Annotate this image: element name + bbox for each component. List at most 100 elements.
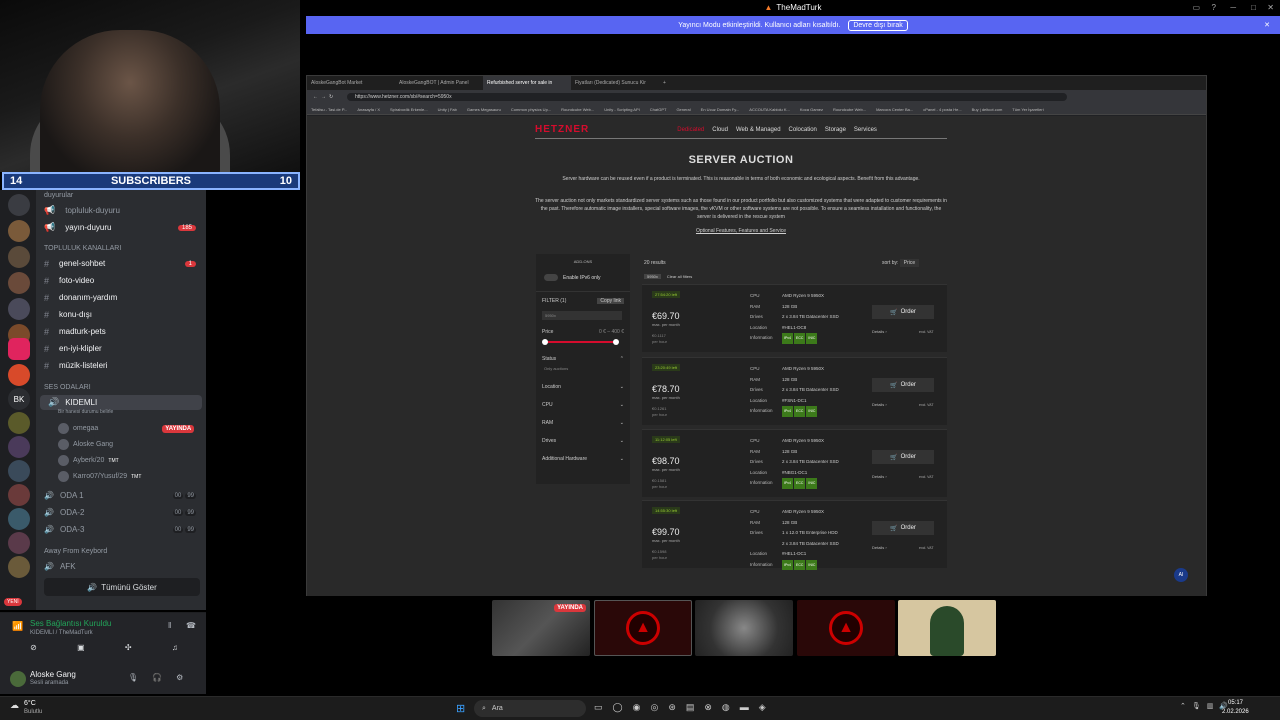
- participant-tile[interactable]: ▲: [797, 600, 895, 656]
- discord-icon[interactable]: ◉: [633, 702, 641, 713]
- nav-colocation[interactable]: Colocation: [789, 127, 817, 133]
- task-view-icon[interactable]: ▭: [594, 702, 603, 713]
- microphone-icon[interactable]: 🎙: [128, 673, 138, 682]
- bookmark[interactable]: Spiraboxlik Erkenle...: [390, 107, 428, 112]
- details-link[interactable]: Details ›: [872, 402, 887, 407]
- forward-icon[interactable]: →: [321, 94, 326, 100]
- server-icon-bk[interactable]: BK: [8, 388, 30, 410]
- server-offer-card[interactable]: 11:12:05 left €98.70 max. per month €0.1581…: [642, 429, 947, 497]
- epic-icon[interactable]: ▤: [686, 702, 695, 713]
- bookmark[interactable]: Unity | Fab: [438, 107, 457, 112]
- folder-icon[interactable]: ▬: [740, 702, 749, 713]
- voice-user[interactable]: Ayberk/20 TMT: [58, 455, 119, 466]
- stream-thumbnail[interactable]: YAYINDA: [492, 600, 590, 656]
- channel-donanim-yardim[interactable]: # donanım-yardım: [36, 290, 202, 305]
- browser-tab[interactable]: AloskeGangBot Market: [307, 80, 395, 86]
- sort-select[interactable]: Price: [899, 259, 920, 267]
- server-offer-card[interactable]: 14:55:30 left €99.70 max. per month €0.1598…: [642, 500, 947, 570]
- category-voice[interactable]: SES ODALARI: [44, 384, 91, 391]
- voice-connected-label[interactable]: Ses Bağlantısı Kuruldu: [30, 619, 111, 628]
- order-button[interactable]: 🛒 Order: [872, 521, 934, 535]
- order-button[interactable]: 🛒 Order: [872, 305, 934, 319]
- server-icon[interactable]: [8, 194, 30, 216]
- new-tab-icon[interactable]: +: [663, 80, 666, 86]
- browser-tab[interactable]: Fiyatları (Dedicated) Sunucu Kir: [571, 80, 659, 86]
- server-icon[interactable]: [8, 508, 30, 530]
- bookmark[interactable]: En Ucuz Domain Fy...: [701, 107, 740, 112]
- filter-cpu[interactable]: CPU: [542, 402, 553, 408]
- hetzner-logo[interactable]: HETZNER: [535, 124, 589, 135]
- order-button[interactable]: 🛒 Order: [872, 378, 934, 392]
- back-icon[interactable]: ←: [313, 94, 318, 100]
- bookmark[interactable]: ACCOUTA Kablolu K...: [749, 107, 790, 112]
- voice-channel-oda2[interactable]: 🔊 ODA-2 00 99: [36, 505, 202, 520]
- nav-web-managed[interactable]: Web & Managed: [736, 127, 781, 133]
- participant-tile[interactable]: [898, 600, 996, 656]
- show-all-button[interactable]: 🔊 Tümünü Göster: [44, 578, 200, 596]
- price-slider-handle[interactable]: [542, 339, 548, 345]
- server-offer-card[interactable]: 23:20:49 left €78.70 max. per month €0.1261…: [642, 357, 947, 425]
- server-icon[interactable]: [8, 460, 30, 482]
- category-announce[interactable]: duyurular: [44, 192, 73, 199]
- clear-filters-link[interactable]: Clear all filters: [667, 274, 692, 279]
- reload-icon[interactable]: ↻: [329, 94, 333, 100]
- close-icon[interactable]: ✕: [1267, 3, 1274, 12]
- price-slider-handle[interactable]: [613, 339, 619, 345]
- channel-en-iyi-klipler[interactable]: # en-iyi-klipler: [36, 341, 202, 356]
- maximize-icon[interactable]: □: [1251, 3, 1256, 12]
- channel-muzik-listeleri[interactable]: # müzik-listeleri: [36, 358, 202, 373]
- filter-ram[interactable]: RAM: [542, 420, 553, 426]
- bookmark[interactable]: Anasayfa / X: [357, 107, 380, 112]
- voice-user[interactable]: omegaa YAYINDA: [58, 423, 195, 434]
- url-input[interactable]: https://www.hetzner.com/sb/#search=5950x: [347, 93, 1067, 101]
- features-link[interactable]: Optional Features, Features and Service: [535, 227, 947, 235]
- gear-icon[interactable]: ⚙: [176, 673, 183, 682]
- user-name[interactable]: Aloske Gang: [30, 670, 76, 679]
- headphones-icon[interactable]: 🎧: [152, 673, 162, 682]
- category-afk[interactable]: Away From Keybord: [44, 548, 107, 555]
- bookmark[interactable]: Roundcube Web...: [561, 107, 594, 112]
- browser-tab[interactable]: AloskeGangBOT | Admin Panel: [395, 80, 483, 86]
- ai-assistant-icon[interactable]: AI: [1174, 568, 1188, 582]
- clock-time[interactable]: 05:17: [1228, 700, 1243, 706]
- xbox-icon[interactable]: ⊗: [704, 702, 712, 713]
- server-icon[interactable]: [8, 556, 30, 578]
- tray-chevron-icon[interactable]: ⌃: [1180, 702, 1186, 710]
- bookmark[interactable]: Games Megasauru: [467, 107, 501, 112]
- disable-streamer-mode-button[interactable]: Devre dışı bırak: [848, 19, 908, 31]
- details-link[interactable]: Details ›: [872, 329, 887, 334]
- copy-link-button[interactable]: Copy link: [597, 298, 624, 304]
- channel-topluluk-duyuru[interactable]: 📢 topluluk-duyuru: [36, 203, 202, 218]
- server-icon[interactable]: [8, 246, 30, 268]
- bookmark[interactable]: Buy | deltcot.com: [972, 107, 1003, 112]
- price-max[interactable]: 400 €: [611, 329, 624, 335]
- bookmark[interactable]: Marcora Center Ba...: [876, 107, 913, 112]
- server-icon[interactable]: [8, 220, 30, 242]
- network-icon[interactable]: ▥: [1207, 702, 1214, 710]
- bookmark[interactable]: Common physics Up...: [511, 107, 551, 112]
- category-community[interactable]: TOPLULUK KANALLARI: [44, 245, 121, 252]
- bookmark[interactable]: Koca Gamez: [800, 107, 823, 112]
- bookmark[interactable]: Unity - Scripting API: [604, 107, 640, 112]
- price-slider-track[interactable]: [544, 341, 616, 343]
- taskbar-search[interactable]: ⌕ Ara: [474, 700, 586, 717]
- ipv6-toggle[interactable]: [544, 274, 558, 281]
- details-link[interactable]: Details ›: [872, 474, 887, 479]
- opera-icon[interactable]: ◯: [613, 702, 623, 713]
- voice-status[interactable]: Bir hanesi durumu belirle: [58, 409, 113, 415]
- server-icon[interactable]: [8, 532, 30, 554]
- camera-off-icon[interactable]: ⊘: [30, 643, 37, 659]
- channel-genel-sohbet[interactable]: # genel-sohbet 1: [36, 256, 202, 271]
- voice-user[interactable]: Karro07/Yusuf/29 TMT: [58, 471, 141, 482]
- filter-chip[interactable]: 5950x: [644, 274, 661, 279]
- server-icon[interactable]: [8, 298, 30, 320]
- nav-storage[interactable]: Storage: [825, 127, 846, 133]
- weather-temp[interactable]: 6°C: [24, 700, 36, 707]
- noise-suppression-icon[interactable]: ‖: [168, 621, 171, 630]
- voice-user[interactable]: Aloske Gang: [58, 439, 113, 450]
- server-icon[interactable]: [8, 412, 30, 434]
- server-icon[interactable]: [8, 338, 30, 360]
- close-icon[interactable]: ✕: [1264, 21, 1270, 29]
- status-label[interactable]: Status: [542, 356, 556, 362]
- server-icon[interactable]: [8, 484, 30, 506]
